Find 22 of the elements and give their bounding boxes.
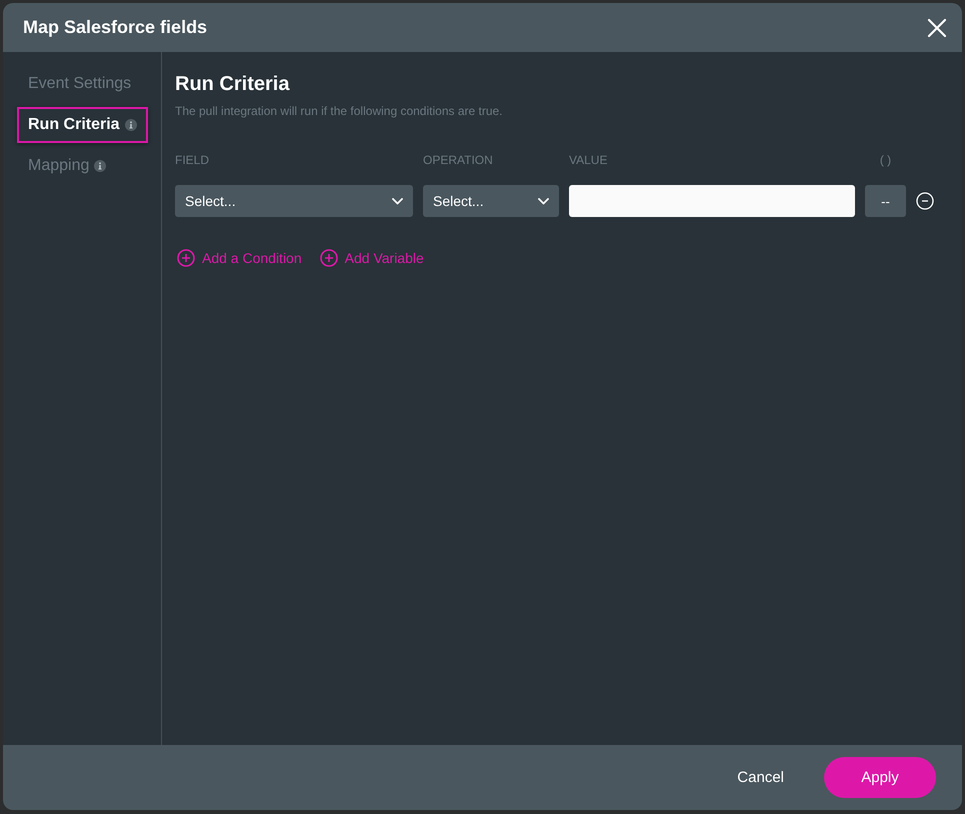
value-input[interactable] [569,185,855,217]
minus-circle-icon [916,192,934,210]
column-header: FIELD [175,153,210,167]
close-icon [927,18,947,38]
column-header: OPERATION [423,153,493,167]
plus-circle-icon [177,249,195,267]
chevron-down-icon [538,198,549,204]
column-header: ( ) [880,153,892,167]
operation-select[interactable]: Select... [423,185,559,217]
plus-circle-icon [320,249,338,267]
field-select[interactable]: Select... [175,185,413,217]
close-button[interactable] [927,18,947,38]
dialog-title: Map Salesforce fields [23,17,208,38]
section-title: Run Criteria [175,72,290,96]
parentheses-button[interactable]: -- [865,185,906,217]
cancel-button[interactable]: Cancel [725,757,796,798]
remove-condition-button[interactable] [916,192,934,210]
column-header: VALUE [569,153,608,167]
section-description: The pull integration will run if the following conditions are true. [175,104,503,119]
apply-button[interactable]: Apply [824,757,936,798]
chevron-down-icon [392,198,403,204]
sidebar-item[interactable]: Run Criteria [17,107,148,143]
